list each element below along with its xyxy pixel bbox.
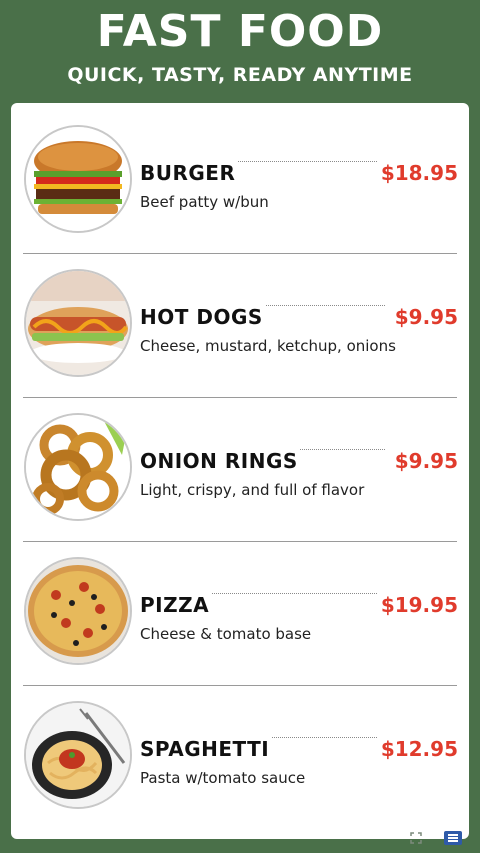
item-price: $18.95 [376, 161, 458, 185]
item-name: PIZZA [140, 593, 212, 617]
item-price: $9.95 [390, 305, 458, 329]
fullscreen-icon[interactable] [410, 832, 422, 844]
item-description: Beef patty w/bun [140, 193, 269, 211]
menu-item-onion-rings[interactable]: ONION RINGS $9.95 Light, crispy, and ful… [11, 409, 469, 553]
item-description: Light, crispy, and full of flavor [140, 481, 365, 499]
item-price: $12.95 [376, 737, 458, 761]
corner-controls [402, 829, 462, 847]
item-description: Cheese & tomato base [140, 625, 312, 643]
item-name: ONION RINGS [140, 449, 300, 473]
item-price: $9.95 [390, 449, 458, 473]
menu-item-spaghetti[interactable]: SPAGHETTI $12.95 Pasta w/tomato sauce [11, 697, 469, 841]
menu-item-burger[interactable]: BURGER $18.95 Beef patty w/bun [11, 121, 469, 265]
spaghetti-photo [24, 701, 132, 809]
burger-photo [24, 125, 132, 233]
divider [23, 685, 457, 686]
item-name: BURGER [140, 161, 238, 185]
item-description: Pasta w/tomato sauce [140, 769, 306, 787]
menu-icon[interactable] [444, 831, 462, 845]
page-subtitle: QUICK, TASTY, READY ANYTIME [67, 64, 413, 86]
menu-card: BURGER $18.95 Beef patty w/bun HOT DOGS … [11, 103, 469, 839]
menu-item-hot-dogs[interactable]: HOT DOGS $9.95 Cheese, mustard, ketchup,… [11, 265, 469, 409]
page-title: FAST FOOD [96, 6, 384, 57]
divider [23, 397, 457, 398]
hot-dog-photo [24, 269, 132, 377]
menu-item-pizza[interactable]: PIZZA $19.95 Cheese & tomato base [11, 553, 469, 697]
divider [23, 541, 457, 542]
divider [23, 253, 457, 254]
item-description: Cheese, mustard, ketchup, onions [140, 337, 396, 355]
pizza-photo [24, 557, 132, 665]
onion-rings-photo [24, 413, 132, 521]
item-name: SPAGHETTI [140, 737, 272, 761]
item-price: $19.95 [376, 593, 458, 617]
item-name: HOT DOGS [140, 305, 265, 329]
